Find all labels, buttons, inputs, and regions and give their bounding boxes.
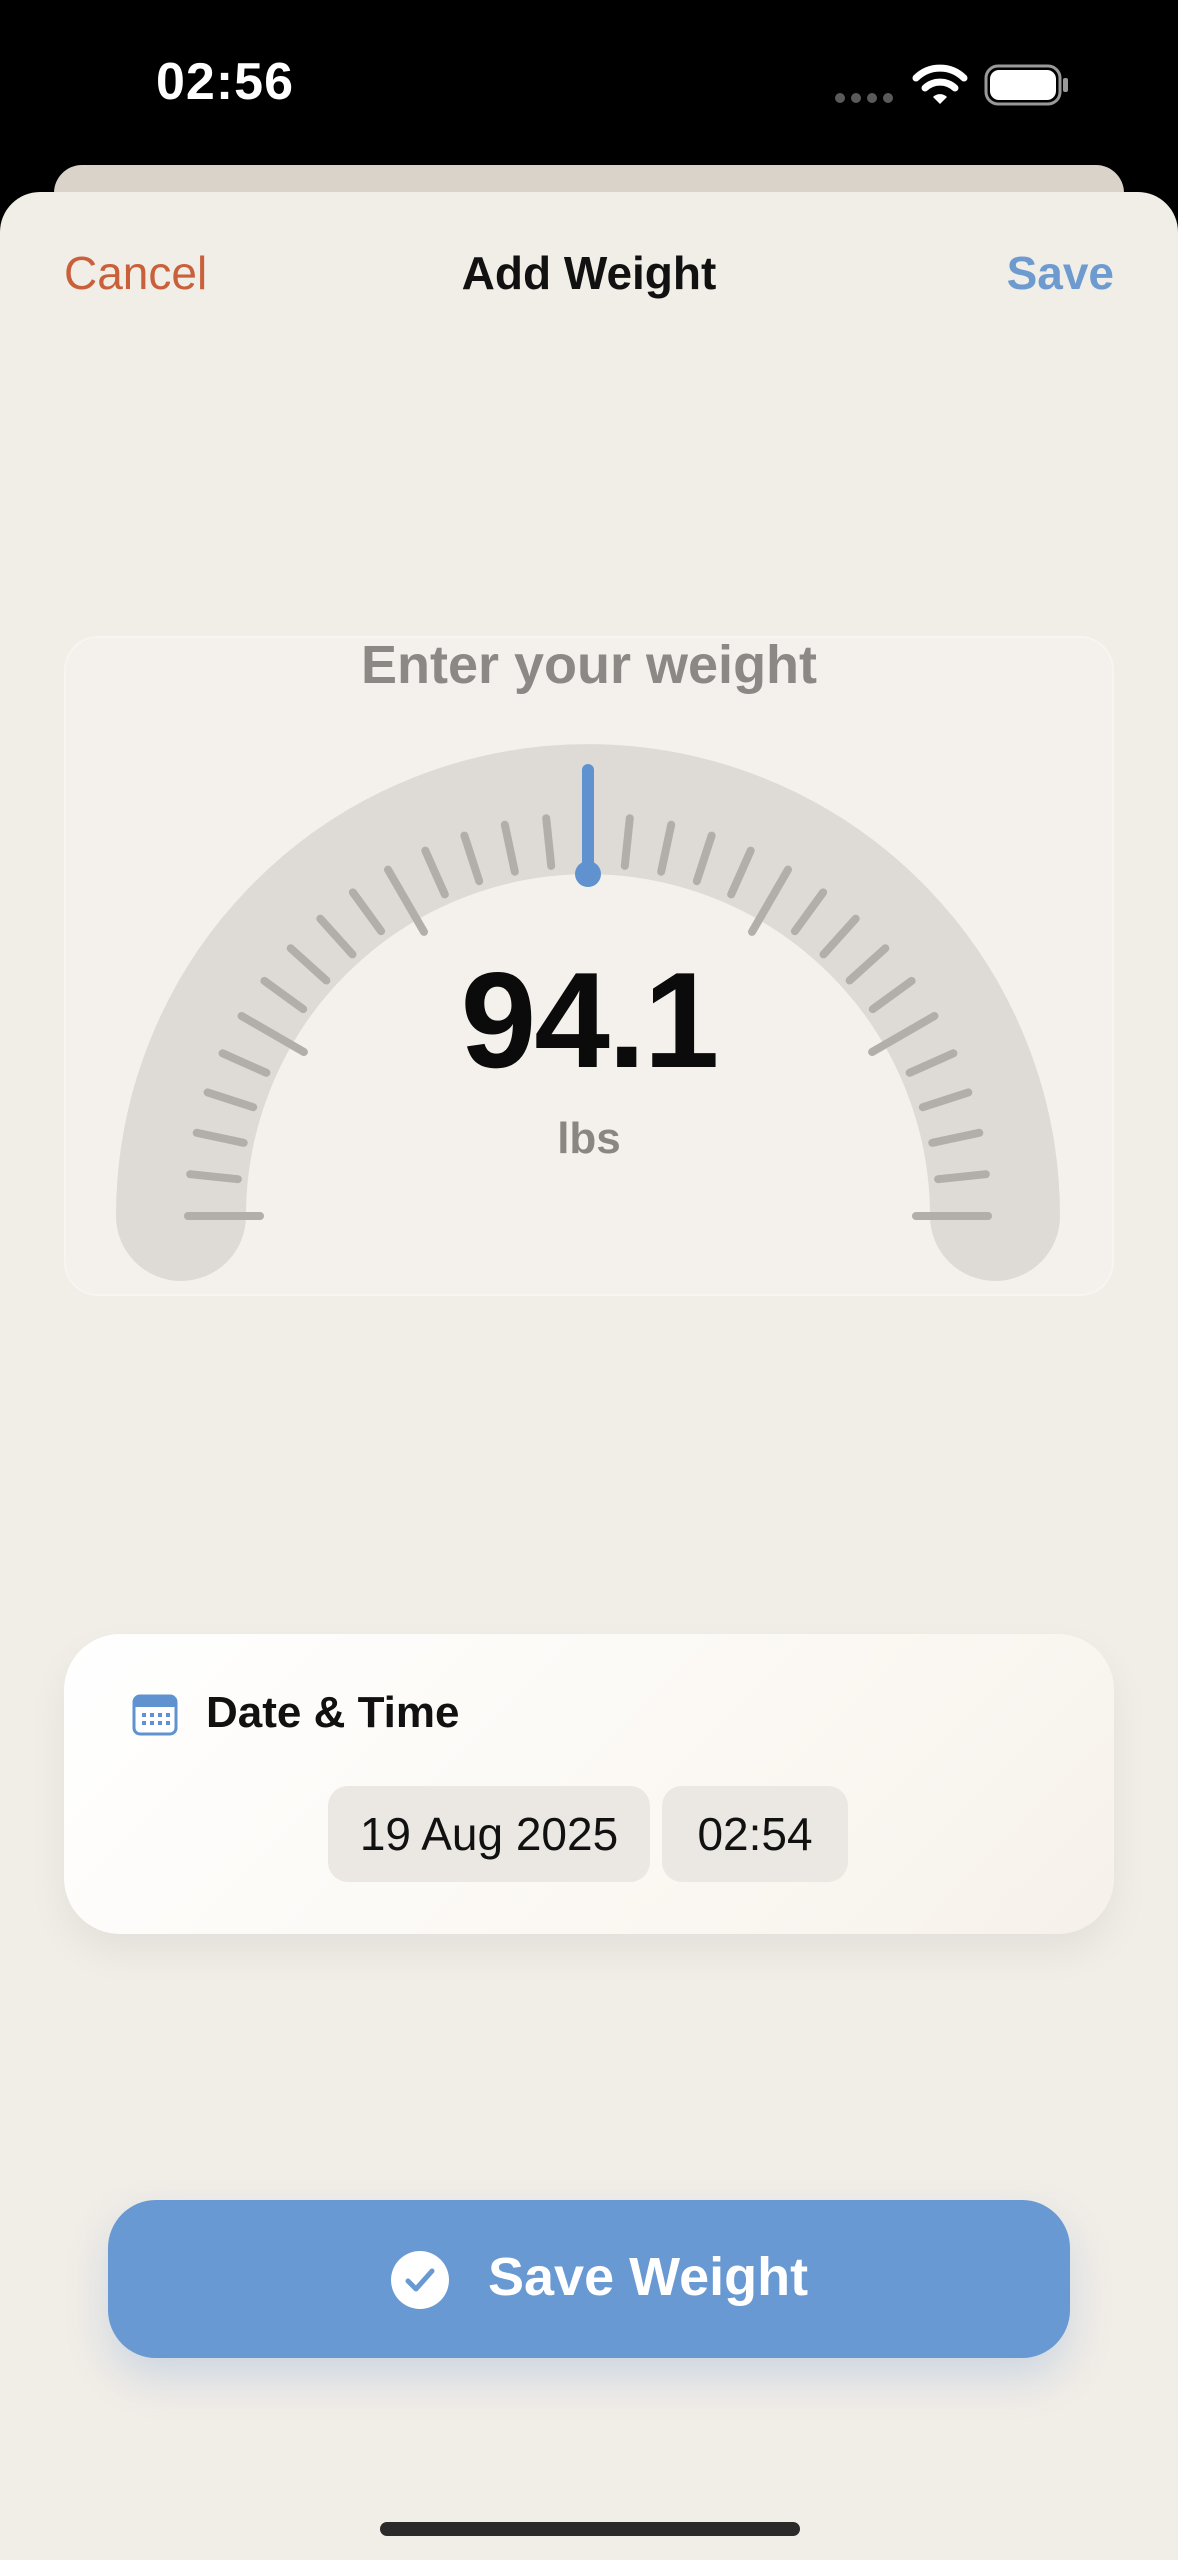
date-time-label: Date & Time (206, 1688, 460, 1737)
calendar-icon (132, 1694, 178, 1736)
battery-icon (984, 64, 1068, 106)
checkmark-circle-icon (391, 2251, 449, 2309)
weight-gauge-card[interactable]: Enter your weight 94.1 lbs (64, 635, 1114, 1296)
status-bar: 02:56 (0, 0, 1178, 190)
time-picker[interactable]: 02:54 (662, 1786, 848, 1882)
weight-unit: lbs (557, 1114, 621, 1163)
save-weight-button[interactable]: Save Weight (108, 2200, 1070, 2358)
gauge-minor-tick (934, 1170, 990, 1184)
date-time-card: Date & Time 19 Aug 2025 02:54 (64, 1634, 1114, 1934)
home-indicator (380, 2522, 800, 2536)
gauge-prompt: Enter your weight (360, 635, 818, 695)
weight-value: 94.1 (460, 944, 720, 1096)
gauge-minor-tick (186, 1170, 242, 1184)
gauge-needle-knob (575, 861, 601, 887)
cellular-dots-icon (835, 93, 893, 103)
status-time: 02:56 (156, 53, 294, 111)
save-nav-button[interactable]: Save (1007, 246, 1114, 300)
gauge-minor-tick (620, 814, 634, 870)
add-weight-sheet: Cancel Add Weight Save Enter your weight… (0, 192, 1178, 2560)
wifi-icon (912, 64, 968, 104)
page-title: Add Weight (461, 247, 717, 299)
gauge-minor-tick (542, 814, 556, 870)
save-weight-label: Save Weight (488, 2247, 809, 2307)
date-picker[interactable]: 19 Aug 2025 (328, 1786, 650, 1882)
